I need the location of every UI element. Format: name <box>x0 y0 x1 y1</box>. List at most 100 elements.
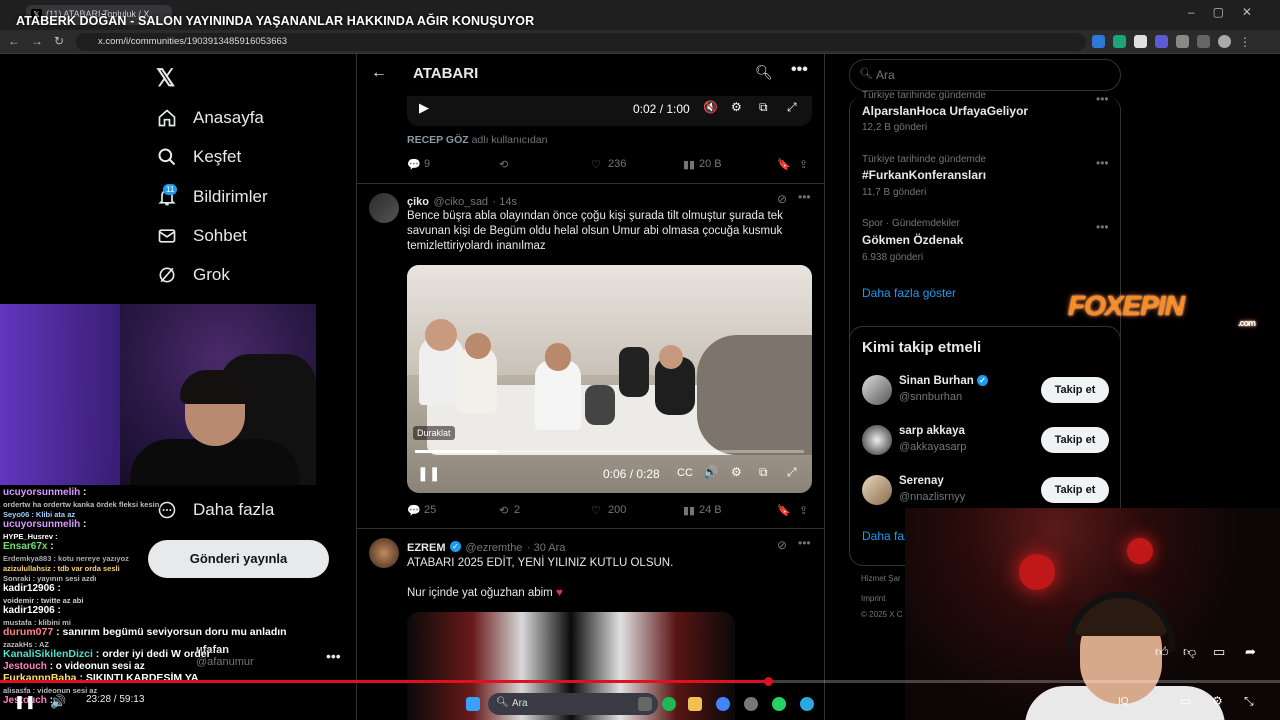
chat-username[interactable]: ucuyorsunmelih <box>3 487 80 498</box>
volume-icon[interactable]: 🔊 <box>703 465 718 479</box>
avatar[interactable] <box>862 425 892 455</box>
who-to-follow-more-link[interactable]: Daha faz <box>862 529 910 543</box>
chat-username[interactable]: durum077 <box>3 626 53 638</box>
tweet-author-handle[interactable]: @ciko_sad <box>433 196 488 208</box>
spotify-icon[interactable] <box>662 697 676 711</box>
share-icon[interactable]: ⇪ <box>799 158 808 171</box>
profile-icon[interactable] <box>1218 35 1231 48</box>
mute-icon[interactable]: 🔇 <box>703 100 718 114</box>
captions-icon[interactable]: CC <box>677 467 693 479</box>
url-field[interactable]: x.com/i/communities/1903913485916053663 <box>76 33 1086 51</box>
taskview-icon[interactable] <box>638 697 652 711</box>
x-logo-icon[interactable]: 𝕏 <box>156 64 175 93</box>
fullscreen-icon[interactable]: ⤢ <box>787 465 797 480</box>
avatar[interactable] <box>369 193 399 223</box>
menu-icon[interactable]: ⋮ <box>1239 35 1252 49</box>
tweet-author-name[interactable]: çiko <box>407 196 429 208</box>
fullscreen-icon[interactable]: ⤢ <box>787 100 797 115</box>
follow-button[interactable]: Takip et <box>1041 377 1109 403</box>
chat-username[interactable]: KanaliSikilenDizci <box>3 648 93 660</box>
tweet-more-icon[interactable]: ••• <box>798 536 811 550</box>
views-icon[interactable]: ▮▮ <box>683 158 695 171</box>
tweet-time[interactable]: · 30 Ara <box>527 542 566 554</box>
pip-icon[interactable]: ⧉ <box>759 100 768 115</box>
settings-icon[interactable]: ⚙ <box>1212 694 1223 708</box>
reply-icon[interactable]: 💬 <box>407 158 421 171</box>
share-icon[interactable]: ⇪ <box>799 504 808 517</box>
follow-button[interactable]: Takip et <box>1041 477 1109 503</box>
extension-icon[interactable] <box>1113 35 1126 48</box>
chat-username[interactable]: kadir12906 <box>3 605 55 616</box>
chrome-icon[interactable] <box>716 697 730 711</box>
trend-more-icon[interactable]: ••• <box>1096 220 1109 234</box>
player-progress-thumb[interactable] <box>764 677 773 686</box>
taskbar-search[interactable]: 🔍︎ Ara <box>488 693 658 715</box>
chat-username[interactable]: kadir12906 <box>3 583 55 594</box>
grok-icon[interactable]: ⊘ <box>777 192 787 206</box>
repost-user[interactable]: RECEP GÖZ <box>407 134 469 146</box>
quality-icon[interactable]: IQ <box>1118 696 1129 707</box>
video-progress-track[interactable] <box>415 450 804 453</box>
settings-icon[interactable]: ⚙ <box>731 100 742 114</box>
show-more-link[interactable]: Daha fazla göster <box>862 286 956 300</box>
extension-icon[interactable] <box>1155 35 1168 48</box>
pause-icon[interactable]: ❚❚ <box>417 465 440 482</box>
app-icon[interactable] <box>744 697 758 711</box>
thumbs-down-icon[interactable]: 👎︎ <box>1183 644 1196 660</box>
trend-name[interactable]: Gökmen Özdenak <box>862 233 963 247</box>
avatar[interactable] <box>862 475 892 505</box>
windows-start-icon[interactable] <box>466 697 480 711</box>
back-icon[interactable]: ← <box>8 34 20 48</box>
bookmark-icon[interactable]: 🔖 <box>777 158 791 171</box>
trend-name[interactable]: AlparslanHoca UrfayaGeliyor <box>862 104 1028 118</box>
share-arrow-icon[interactable]: ➦ <box>1245 644 1256 660</box>
avatar[interactable] <box>862 375 892 405</box>
trend-name[interactable]: #FurkanKonferansları <box>862 168 986 182</box>
extension-icon[interactable] <box>1092 35 1105 48</box>
nav-item-messages[interactable]: Sohbet <box>157 226 247 246</box>
footer-link[interactable]: Hizmet Şar <box>861 574 901 583</box>
search-icon[interactable]: 🔍︎ <box>755 64 773 81</box>
puzzle-icon[interactable] <box>1176 35 1189 48</box>
suggestion-name[interactable]: Sinan Burhan ✓ <box>899 375 988 387</box>
whatsapp-icon[interactable] <box>772 697 786 711</box>
search-input[interactable]: 🔍︎ Ara <box>849 59 1121 91</box>
follow-button[interactable]: Takip et <box>1041 427 1109 453</box>
tweet-time[interactable]: · 14s <box>493 196 517 208</box>
avatar[interactable] <box>369 538 399 568</box>
like-icon[interactable]: ♡ <box>591 504 601 517</box>
chat-username[interactable]: Jestouch <box>3 661 47 672</box>
more-icon[interactable]: ••• <box>791 61 808 79</box>
reply-icon[interactable]: 💬 <box>407 504 421 517</box>
app-icon[interactable] <box>800 697 814 711</box>
trend-more-icon[interactable]: ••• <box>1096 92 1109 106</box>
player-progress[interactable] <box>0 677 1280 686</box>
pip-icon[interactable]: ⧉ <box>759 465 768 480</box>
tweet-author-handle[interactable]: @ezremthe <box>465 542 522 554</box>
like-icon[interactable]: ♡ <box>591 158 601 171</box>
repost-icon[interactable]: ⟲ <box>499 504 508 517</box>
views-icon[interactable]: ▮▮ <box>683 504 695 517</box>
play-icon[interactable]: ▶ <box>419 100 429 116</box>
bookmark-icon[interactable]: 🔖 <box>777 504 791 517</box>
tweet-author-name[interactable]: EZREM <box>407 542 446 554</box>
folder-icon[interactable] <box>688 697 702 711</box>
window-controls[interactable]: –▢✕ <box>1188 5 1270 19</box>
top-video[interactable]: ▶ 0:02 / 1:00 🔇 ⚙ ⧉ ⤢ <box>407 92 812 126</box>
theater-icon[interactable]: ▭ <box>1180 694 1191 708</box>
footer-link[interactable]: Imprint <box>861 594 885 603</box>
sidebar-icon[interactable] <box>1197 35 1210 48</box>
back-arrow-icon[interactable]: ← <box>371 64 387 82</box>
nav-item-explore[interactable]: Keşfet <box>157 147 241 167</box>
comment-icon[interactable]: ▭ <box>1213 644 1225 660</box>
settings-icon[interactable]: ⚙ <box>731 465 742 479</box>
grok-icon[interactable]: ⊘ <box>777 538 787 552</box>
tweet-more-icon[interactable]: ••• <box>798 190 811 204</box>
extension-icon[interactable] <box>1134 35 1147 48</box>
thumbs-up-icon[interactable]: 👍︎ <box>1155 644 1169 660</box>
chat-username[interactable]: Ensar67x <box>3 541 47 552</box>
forward-icon[interactable]: → <box>31 34 43 48</box>
nav-item-home[interactable]: Anasayfa <box>157 108 264 128</box>
chat-username[interactable]: ucuyorsunmelih <box>3 519 80 530</box>
trend-more-icon[interactable]: ••• <box>1096 156 1109 170</box>
